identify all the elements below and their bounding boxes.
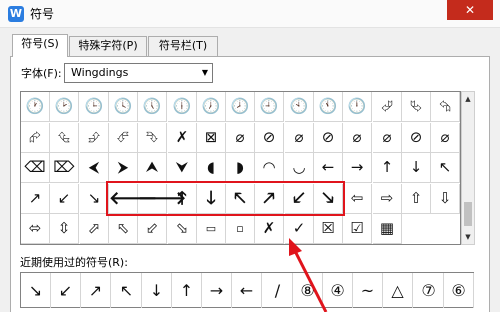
symbol-cell[interactable]: 🕚 <box>314 92 343 122</box>
recent-symbol-cell[interactable]: ⑦ <box>414 273 444 308</box>
symbol-cell[interactable]: ☒ <box>314 214 343 244</box>
symbol-cell[interactable]: ↙ <box>50 184 79 214</box>
recent-symbol-cell[interactable]: ↙ <box>51 273 81 308</box>
symbol-cell[interactable]: ⮳ <box>21 123 50 153</box>
symbol-cell[interactable]: ⌀ <box>373 123 402 153</box>
symbol-cell[interactable]: ⮱ <box>402 92 431 122</box>
symbol-cell[interactable]: ⌫ <box>21 153 50 183</box>
symbol-cell[interactable]: ↑ <box>373 153 402 183</box>
recent-symbol-cell[interactable]: ↑ <box>172 273 202 308</box>
recent-symbol-cell[interactable]: ⑥ <box>444 273 474 308</box>
symbol-cell[interactable]: ◠ <box>255 153 284 183</box>
font-select[interactable]: Wingdings ▼ <box>64 63 213 83</box>
app-logo-icon: W <box>8 6 24 22</box>
symbol-grid: 🕐 🕑 🕒 🕓 🕔 🕕 🕖 🕗 🕘 🕙 🕚 🕛 ⮰ ⮱ ⮲ ⮳ ⮴ ⮵ ⮶ ⮷ ✗ ⊠ ⌀ ⊘ ⌀ ⊘ ⌀ ⌀ ⊘ ⌀ ⌫ ⌦ ⮜ ⮞ ⮝ ⮟ ◖ ◗ ◠ ◡… <box>20 91 461 245</box>
symbol-cell[interactable]: ⇧ <box>402 184 431 214</box>
recent-symbol-cell[interactable]: ↘ <box>21 273 51 308</box>
window-title: 符号 <box>30 7 55 21</box>
symbol-cell[interactable]: ✗ <box>255 214 284 244</box>
symbol-cell[interactable]: ⊠ <box>197 123 226 153</box>
symbol-cell[interactable]: ✓ <box>285 214 314 244</box>
symbol-cell[interactable]: ⌦ <box>50 153 79 183</box>
grid-scrollbar[interactable]: ▲ ▼ <box>461 91 475 245</box>
scroll-up-icon[interactable]: ▲ <box>462 92 474 106</box>
symbol-cell[interactable]: ⊘ <box>314 123 343 153</box>
symbol-cell[interactable]: ⮰ <box>373 92 402 122</box>
symbol-cell[interactable]: ⊘ <box>255 123 284 153</box>
symbol-cell[interactable]: ↓ <box>402 153 431 183</box>
recent-symbol-cell[interactable]: ④ <box>323 273 353 308</box>
symbol-cell[interactable]: ◡ <box>285 153 314 183</box>
recent-symbol-cell[interactable]: ↗ <box>81 273 111 308</box>
recent-symbol-cell[interactable]: △ <box>383 273 413 308</box>
symbol-cell[interactable]: ◖ <box>197 153 226 183</box>
recent-symbol-cell[interactable]: / <box>263 273 293 308</box>
symbol-cell[interactable]: ▭ <box>197 214 226 244</box>
dropdown-arrow-icon: ▼ <box>201 68 208 77</box>
symbol-cell[interactable]: 🕛 <box>343 92 372 122</box>
symbol-cell[interactable]: 🕑 <box>50 92 79 122</box>
symbol-cell[interactable]: 🕐 <box>21 92 50 122</box>
symbol-cell[interactable]: ⬁ <box>109 214 138 244</box>
symbol-cell[interactable]: ▦ <box>373 214 402 244</box>
tab-special-characters[interactable]: 特殊字符(P) <box>69 36 147 56</box>
symbol-cell[interactable]: ⮵ <box>80 123 109 153</box>
symbol-cell[interactable]: ↘ <box>80 184 109 214</box>
recent-symbols-row: ↘ ↙ ↗ ↖ ↓ ↑ → ← / ⑧ ④ ~ △ ⑦ ⑥ <box>20 272 474 308</box>
recent-symbol-cell[interactable]: ↖ <box>112 273 142 308</box>
font-label: 字体(F): <box>21 67 62 80</box>
symbol-cell[interactable]: ☑ <box>343 214 372 244</box>
scroll-thumb[interactable] <box>464 202 472 226</box>
close-button[interactable]: ✕ <box>447 0 493 20</box>
recent-symbol-cell[interactable]: ↓ <box>142 273 172 308</box>
symbol-cell[interactable]: ⮞ <box>109 153 138 183</box>
symbol-cell[interactable]: ⌀ <box>343 123 372 153</box>
symbol-cell[interactable]: ↗ <box>21 184 50 214</box>
symbol-cell[interactable]: ⮜ <box>80 153 109 183</box>
symbol-cell[interactable]: ⊘ <box>402 123 431 153</box>
symbol-cell[interactable]: ⇳ <box>50 214 79 244</box>
symbol-cell[interactable]: 🕓 <box>109 92 138 122</box>
symbol-cell[interactable]: ▫ <box>226 214 255 244</box>
symbol-cell[interactable]: ⌀ <box>431 123 460 153</box>
symbol-cell[interactable]: ⮲ <box>431 92 460 122</box>
tab-symbol-bar[interactable]: 符号栏(T) <box>148 36 218 56</box>
title-bar: W 符号 ✕ <box>0 0 500 28</box>
symbol-cell[interactable]: ⮴ <box>50 123 79 153</box>
symbol-cell[interactable]: ⬀ <box>80 214 109 244</box>
symbol-cell[interactable]: ⮷ <box>138 123 167 153</box>
symbol-cell[interactable]: 🕖 <box>197 92 226 122</box>
symbol-cell[interactable]: ⬃ <box>138 214 167 244</box>
symbol-cell[interactable]: ⬂ <box>168 214 197 244</box>
recent-symbol-cell[interactable]: ← <box>232 273 262 308</box>
symbol-cell[interactable]: → <box>343 153 372 183</box>
highlight-box <box>106 181 345 216</box>
symbol-cell[interactable]: ✗ <box>168 123 197 153</box>
recent-symbol-cell[interactable]: ~ <box>353 273 383 308</box>
symbol-cell[interactable]: ⇦ <box>343 184 372 214</box>
symbol-cell[interactable]: ⌀ <box>226 123 255 153</box>
symbol-cell[interactable]: ⬄ <box>21 214 50 244</box>
symbol-cell[interactable]: 🕒 <box>80 92 109 122</box>
symbol-cell[interactable]: ⌀ <box>285 123 314 153</box>
symbol-cell[interactable]: 🕗 <box>226 92 255 122</box>
symbol-cell[interactable]: ⮶ <box>109 123 138 153</box>
symbol-cell[interactable]: ⇨ <box>373 184 402 214</box>
recent-symbol-cell[interactable]: ⑧ <box>293 273 323 308</box>
recent-symbol-cell[interactable]: → <box>202 273 232 308</box>
scroll-down-icon[interactable]: ▼ <box>462 230 474 244</box>
symbol-cell[interactable]: ↖ <box>431 153 460 183</box>
symbol-cell[interactable]: 🕕 <box>168 92 197 122</box>
symbol-cell[interactable]: 🕙 <box>285 92 314 122</box>
symbol-cell[interactable]: ⮟ <box>168 153 197 183</box>
font-select-value: Wingdings <box>71 66 129 79</box>
symbol-cell[interactable]: 🕔 <box>138 92 167 122</box>
symbol-cell[interactable]: ⮝ <box>138 153 167 183</box>
symbol-cell[interactable]: ⇩ <box>431 184 460 214</box>
tab-symbols[interactable]: 符号(S) <box>12 34 68 57</box>
symbol-cell[interactable]: 🕘 <box>255 92 284 122</box>
recent-symbols-label: 近期使用过的符号(R): <box>20 256 128 269</box>
symbol-cell[interactable]: ← <box>314 153 343 183</box>
symbol-cell[interactable]: ◗ <box>226 153 255 183</box>
